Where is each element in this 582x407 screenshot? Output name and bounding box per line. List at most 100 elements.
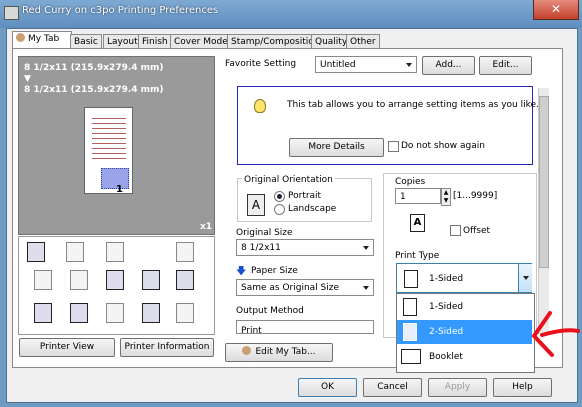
option-booklet[interactable]: Booklet (397, 345, 532, 369)
add-button[interactable]: Add... (422, 56, 475, 75)
copies-label: Copies (395, 177, 426, 187)
copies-input[interactable]: 1 (395, 188, 441, 204)
offset-label: Offset (463, 226, 491, 236)
original-size-value: 8 1/2x11 (241, 243, 281, 253)
text-line (92, 153, 126, 154)
help-button[interactable]: Help (493, 378, 552, 397)
annotation-arrow (532, 311, 580, 357)
output-method-select[interactable]: Print (236, 320, 374, 334)
scrollbar-thumb[interactable] (539, 96, 549, 268)
cover-icon[interactable] (176, 270, 194, 290)
paper-size-text: 8 1/2x11 (215.9x279.4 mm) (24, 85, 164, 95)
text-line (92, 158, 126, 159)
copies-badge: x1 (200, 222, 213, 232)
user-icon (242, 346, 252, 355)
original-size-label: Original Size (236, 228, 293, 238)
option-label: 1-Sided (429, 302, 464, 312)
chevron-down-icon (363, 246, 369, 250)
orientation-preview-icon: A (247, 194, 265, 216)
tab-stamp-composition[interactable]: Stamp/Composition (227, 34, 324, 49)
favorite-setting-select[interactable]: Untitled (315, 56, 417, 73)
booklet-icon[interactable] (106, 242, 124, 262)
tab-basic[interactable]: Basic (70, 34, 102, 49)
tab-other[interactable]: Other (346, 34, 380, 49)
combine-icon[interactable] (70, 270, 88, 290)
text-line (92, 143, 126, 144)
do-not-show-label: Do not show again (401, 141, 485, 151)
one-sided-icon (403, 298, 417, 316)
one-sided-icon (404, 270, 418, 288)
info-message-box (237, 86, 533, 165)
lightbulb-icon (254, 99, 266, 113)
arrow-down-icon: ▼ (24, 74, 31, 84)
chevron-down-icon (523, 276, 529, 280)
printer-app-icon (4, 6, 19, 20)
two-sided-icon (403, 323, 417, 341)
tab-cover-mode[interactable]: Cover Mode (170, 34, 232, 49)
printer-view-button[interactable]: Printer View (19, 338, 115, 357)
paper-icon[interactable] (142, 270, 160, 290)
print-type-dropdown-button[interactable] (518, 264, 532, 292)
favorite-setting-label: Favorite Setting (225, 59, 297, 69)
page-number: 1 (116, 184, 123, 195)
option-2-sided[interactable]: 2-Sided (397, 320, 532, 344)
landscape-label: Landscape (288, 204, 337, 214)
portrait-radio[interactable] (274, 191, 285, 202)
print-type-label: Print Type (395, 251, 440, 261)
close-button[interactable]: ✕ (533, 0, 579, 20)
tab-label: My Tab (28, 34, 60, 44)
copy-protect-icon[interactable] (106, 303, 124, 323)
report-icon[interactable] (34, 303, 52, 323)
layout-icon[interactable] (66, 242, 84, 262)
landscape-radio[interactable] (274, 204, 285, 215)
list-icon[interactable] (176, 303, 194, 323)
paper-size-label: Paper Size (251, 266, 298, 276)
option-label: 2-Sided (429, 327, 464, 337)
edit-my-tab-button[interactable]: Edit My Tab... (225, 343, 333, 362)
option-label: Booklet (429, 352, 463, 362)
output-tray-icon[interactable] (27, 242, 45, 262)
booklet-icon (401, 349, 421, 364)
edit-button[interactable]: Edit... (479, 56, 532, 75)
more-details-button[interactable]: More Details (289, 138, 384, 157)
staple-icon[interactable] (176, 242, 194, 262)
text-line (92, 128, 126, 129)
output-method-label: Output Method (236, 306, 304, 316)
punch-icon[interactable] (34, 270, 52, 290)
text-line (92, 148, 126, 149)
page-icon[interactable] (142, 303, 160, 323)
chevron-down-icon (406, 63, 412, 67)
tab-layout[interactable]: Layout (103, 34, 142, 49)
text-line (92, 138, 126, 139)
offset-checkbox[interactable] (450, 225, 461, 236)
tab-finish[interactable]: Finish (138, 34, 172, 49)
paper-size-value: Same as Original Size (241, 283, 340, 293)
staple-area (101, 168, 129, 189)
original-size-text: 8 1/2x11 (215.9x279.4 mm) (24, 63, 164, 73)
output-method-value: Print (241, 326, 262, 334)
ok-button[interactable]: OK (298, 378, 357, 397)
copies-range: [1...9999] (453, 191, 498, 201)
apply-button[interactable]: Apply (428, 378, 487, 397)
text-line (92, 133, 126, 134)
paper-size-select[interactable]: Same as Original Size (236, 279, 374, 296)
favorite-setting-value: Untitled (320, 60, 356, 70)
collate-icon: A (410, 214, 425, 232)
edit-my-tab-label: Edit My Tab... (255, 347, 316, 357)
copies-spinner[interactable]: ▲ ▼ (441, 188, 451, 206)
option-1-sided[interactable]: 1-Sided (397, 295, 532, 319)
info-message: This tab allows you to arrange setting i… (287, 100, 539, 110)
chevron-down-icon (363, 286, 369, 290)
print-type-value: 1-Sided (429, 274, 464, 284)
font-icon[interactable] (106, 270, 124, 290)
user-auth-icon[interactable] (70, 303, 88, 323)
portrait-label: Portrait (288, 191, 322, 201)
cancel-button[interactable]: Cancel (363, 378, 422, 397)
do-not-show-checkbox[interactable] (388, 141, 399, 152)
printer-information-button[interactable]: Printer Information (120, 338, 214, 357)
user-icon (16, 33, 25, 42)
text-line (92, 123, 126, 124)
text-line (92, 118, 126, 119)
original-size-select[interactable]: 8 1/2x11 (236, 239, 374, 256)
orientation-label: Original Orientation (242, 175, 335, 185)
